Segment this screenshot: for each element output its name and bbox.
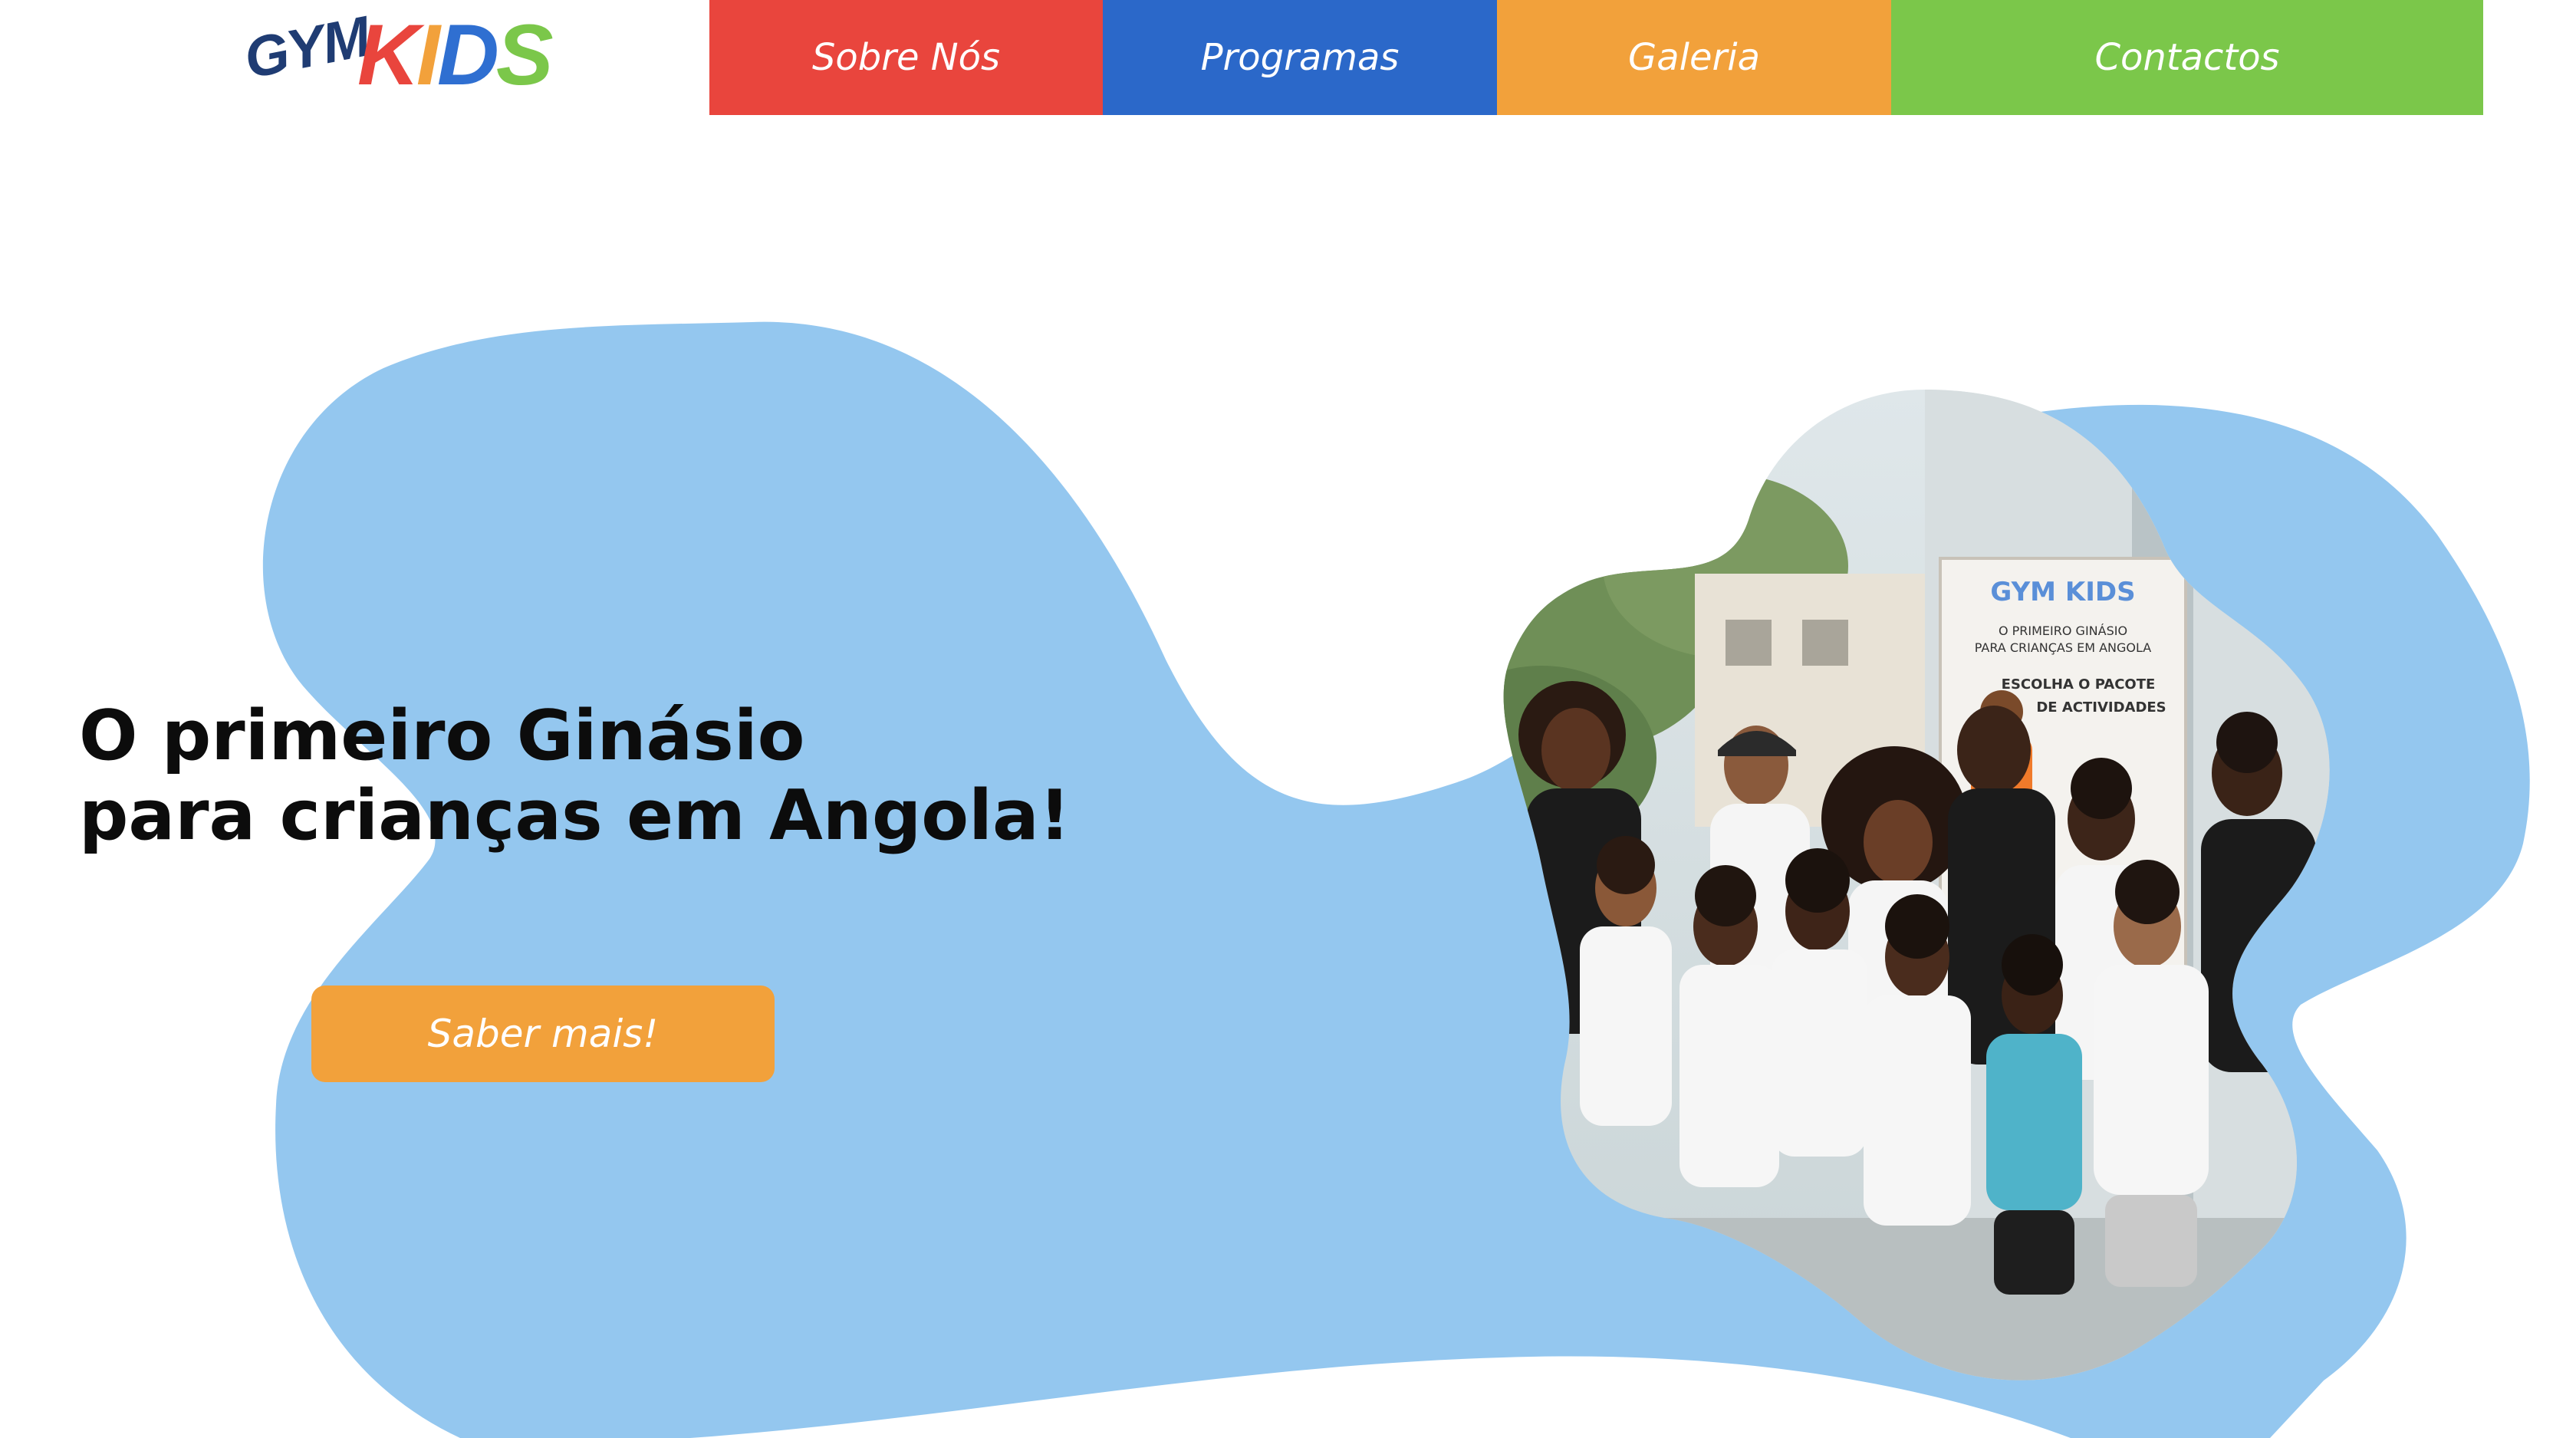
hero-title: O primeiro Ginásio para crianças em Ango… (79, 696, 1153, 856)
saber-mais-button[interactable]: Saber mais! (311, 986, 775, 1082)
logo-letter-s: S (495, 7, 554, 103)
poster-brand: GYM KIDS (1990, 577, 2135, 607)
logo-letter-d: D (437, 7, 499, 103)
logo-gym-text: GYM (239, 4, 374, 91)
hero-title-line-2: para crianças em Angola! (79, 775, 1071, 856)
main-nav: Sobre Nós Programas Galeria Contactos (709, 0, 2483, 115)
poster-line-3: ESCOLHA O PACOTE (2002, 676, 2156, 693)
kids-group-photo: GYM KIDS O PRIMEIRO GINÁSIO PARA CRIANÇA… (1503, 390, 2330, 1380)
hero-title-line-1: O primeiro Ginásio (79, 696, 805, 776)
logo-letter-k: K (357, 7, 419, 103)
logo-kids-text: KIDS (357, 7, 554, 103)
logo-letter-i: I (416, 7, 440, 103)
nav-sobre-nos[interactable]: Sobre Nós (709, 0, 1103, 115)
poster-line-4: DE ACTIVIDADES (2036, 699, 2166, 716)
poster-line-2: PARA CRIANÇAS EM ANGOLA (1975, 640, 2152, 655)
poster-line-1: O PRIMEIRO GINÁSIO (1999, 624, 2127, 638)
gym-kids-logo[interactable]: GYM KIDS (239, 5, 568, 103)
site-header: GYM KIDS Sobre Nós Programas Galeria Con… (0, 0, 2576, 115)
nav-contactos[interactable]: Contactos (1891, 0, 2483, 115)
nav-programas[interactable]: Programas (1103, 0, 1497, 115)
nav-galeria[interactable]: Galeria (1497, 0, 1891, 115)
